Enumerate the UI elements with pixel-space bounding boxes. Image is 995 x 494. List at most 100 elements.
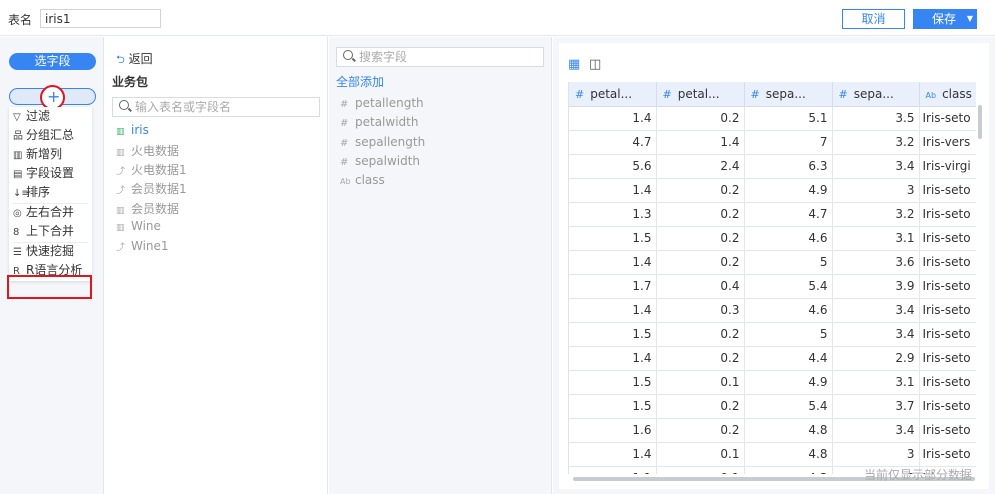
table-cell[interactable]: Iris-seto: [919, 250, 976, 275]
table-cell[interactable]: Iris-seto: [919, 298, 976, 323]
table-cell[interactable]: 1.4: [569, 442, 657, 467]
table-item-iris[interactable]: ▥ iris: [116, 123, 149, 137]
table-cell[interactable]: 3.4: [832, 298, 920, 323]
table-cell[interactable]: 3.7: [832, 394, 920, 419]
table-cell[interactable]: 2.4: [656, 154, 745, 179]
table-cell[interactable]: Iris-seto: [919, 418, 976, 443]
table-view-icon[interactable]: ▦: [568, 57, 580, 72]
table-cell[interactable]: 6.3: [744, 154, 833, 179]
table-cell[interactable]: 3: [832, 442, 920, 467]
table-cell[interactable]: 0.1: [656, 466, 745, 474]
table-cell[interactable]: Iris-vers: [919, 130, 976, 155]
cancel-button[interactable]: 取消: [842, 9, 905, 29]
table-cell[interactable]: 5: [744, 322, 833, 347]
table-cell[interactable]: 4.4: [744, 346, 833, 371]
table-item[interactable]: ▥ Wine: [116, 219, 161, 233]
table-cell[interactable]: Iris-seto: [919, 106, 976, 131]
field-search-input[interactable]: 搜索字段: [336, 47, 544, 67]
field-item-sepallength[interactable]: # sepallength: [340, 135, 425, 149]
field-item-class[interactable]: Ab class: [340, 173, 385, 187]
table-cell[interactable]: 1.7: [569, 274, 657, 299]
table-cell[interactable]: 4.7: [569, 130, 657, 155]
table-cell[interactable]: 4.8: [744, 418, 833, 443]
table-cell[interactable]: 1.4: [569, 298, 657, 323]
layout-view-icon[interactable]: ◫: [589, 57, 601, 72]
save-button[interactable]: 保存 ▼: [913, 9, 977, 29]
table-cell[interactable]: 0.2: [656, 226, 745, 251]
table-cell[interactable]: 4.9: [744, 178, 833, 203]
table-cell[interactable]: 3.4: [832, 154, 920, 179]
table-cell[interactable]: 3.6: [832, 250, 920, 275]
table-cell[interactable]: 1.5: [569, 322, 657, 347]
table-cell[interactable]: 0.4: [656, 274, 745, 299]
menu-item-group-summary[interactable]: 品分组汇总: [9, 126, 92, 145]
table-search-input[interactable]: 输入表名或字段名: [112, 97, 320, 117]
table-cell[interactable]: 1.5: [569, 394, 657, 419]
table-cell[interactable]: 3.1: [832, 370, 920, 395]
table-cell[interactable]: 1.3: [569, 202, 657, 227]
column-header[interactable]: # petal...: [569, 82, 657, 107]
table-cell[interactable]: 4.6: [744, 298, 833, 323]
menu-item-field-settings[interactable]: ▤ 字段设置: [9, 164, 92, 183]
vertical-scrollbar[interactable]: [978, 105, 982, 139]
table-cell[interactable]: 7: [744, 130, 833, 155]
table-cell[interactable]: 3: [832, 178, 920, 203]
table-cell[interactable]: 3.2: [832, 130, 920, 155]
table-item[interactable]: ▥ 火电数据: [116, 142, 179, 159]
menu-item-add-column[interactable]: ▥ 新增列: [9, 145, 92, 164]
table-cell[interactable]: 5.4: [744, 274, 833, 299]
table-cell[interactable]: 3.1: [832, 226, 920, 251]
table-cell[interactable]: 4.7: [744, 202, 833, 227]
table-cell[interactable]: 1.4: [569, 250, 657, 275]
table-cell[interactable]: Iris-seto: [919, 274, 976, 299]
table-cell[interactable]: 0.2: [656, 250, 745, 275]
table-item[interactable]: ▥ 会员数据: [116, 200, 179, 217]
table-cell[interactable]: 1.4: [569, 106, 657, 131]
table-cell[interactable]: 1.4: [569, 346, 657, 371]
back-button[interactable]: ⮌ 返回: [116, 50, 153, 70]
table-cell[interactable]: 4.6: [744, 226, 833, 251]
column-header[interactable]: # petal...: [656, 82, 745, 107]
field-item-petallength[interactable]: # petallength: [340, 96, 424, 110]
table-cell[interactable]: 5: [744, 250, 833, 275]
table-item[interactable]: ⤴ Wine1: [116, 239, 169, 253]
table-cell[interactable]: 4.8: [744, 442, 833, 467]
table-cell[interactable]: 1.5: [569, 370, 657, 395]
table-cell[interactable]: 4.9: [744, 370, 833, 395]
table-cell[interactable]: Iris-seto: [919, 178, 976, 203]
menu-item-sort[interactable]: ↓≡排序: [9, 183, 92, 202]
table-cell[interactable]: 0.2: [656, 178, 745, 203]
table-cell[interactable]: 1.4: [569, 178, 657, 203]
table-cell[interactable]: 1.4: [656, 130, 745, 155]
save-dropdown-caret-icon[interactable]: ▼: [967, 9, 973, 29]
menu-item-filter[interactable]: ▽ 过滤: [9, 107, 92, 126]
table-cell[interactable]: 0.2: [656, 394, 745, 419]
table-cell[interactable]: 0.2: [656, 418, 745, 443]
table-cell[interactable]: Iris-seto: [919, 394, 976, 419]
column-header[interactable]: Ab class: [919, 82, 976, 107]
table-item[interactable]: ⤴ 火电数据1: [116, 161, 187, 178]
table-cell[interactable]: Iris-seto: [919, 370, 976, 395]
table-cell[interactable]: 0.1: [656, 442, 745, 467]
table-cell[interactable]: 5.6: [569, 154, 657, 179]
column-header[interactable]: # sepa...: [832, 82, 920, 107]
table-cell[interactable]: 5.4: [744, 394, 833, 419]
field-item-sepalwidth[interactable]: # sepalwidth: [340, 154, 420, 168]
table-cell[interactable]: 1.1: [569, 466, 657, 474]
table-cell[interactable]: 3.2: [832, 202, 920, 227]
table-cell[interactable]: Iris-seto: [919, 226, 976, 251]
table-cell[interactable]: Iris-seto: [919, 346, 976, 371]
table-cell[interactable]: 5.1: [744, 106, 833, 131]
table-cell[interactable]: 1.5: [569, 226, 657, 251]
field-item-petalwidth[interactable]: # petalwidth: [340, 115, 418, 129]
table-item[interactable]: ⤴ 会员数据1: [116, 180, 187, 197]
table-cell[interactable]: 2.9: [832, 346, 920, 371]
table-cell[interactable]: 3.9: [832, 274, 920, 299]
add-all-fields-link[interactable]: 全部添加: [336, 73, 384, 90]
menu-item-union[interactable]: 8 上下合并: [9, 222, 92, 241]
column-header[interactable]: # sepa...: [744, 82, 833, 107]
table-cell[interactable]: Iris-seto: [919, 442, 976, 467]
table-cell[interactable]: 0.2: [656, 322, 745, 347]
table-cell[interactable]: 1.6: [569, 418, 657, 443]
table-cell[interactable]: 0.2: [656, 106, 745, 131]
